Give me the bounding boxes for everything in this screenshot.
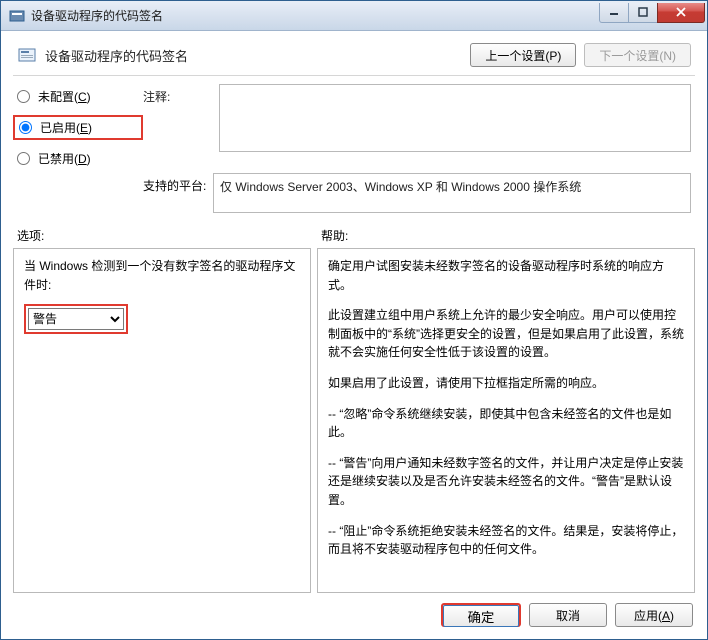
- platform-label: 支持的平台:: [143, 173, 213, 194]
- help-section-label: 帮助:: [321, 227, 348, 244]
- minimize-button[interactable]: [599, 3, 629, 23]
- radio-not-configured-input[interactable]: [17, 90, 30, 103]
- help-paragraph: -- “忽略”命令系统继续安装，即使其中包含未经签名的文件也是如此。: [328, 405, 684, 442]
- config-area: 未配置(C) 已启用(E) 已禁用(D) 注释: 支持的平台: 仅 Window…: [1, 76, 707, 217]
- options-panel: 当 Windows 检测到一个没有数字签名的驱动程序文件时: 警告: [13, 248, 311, 593]
- state-radio-group: 未配置(C) 已启用(E) 已禁用(D): [17, 84, 137, 167]
- app-icon: [9, 8, 25, 24]
- cancel-button[interactable]: 取消: [529, 603, 607, 627]
- close-button[interactable]: [657, 3, 705, 23]
- help-paragraph: -- “警告”向用户通知未经数字签名的文件，并让用户决定是停止安装还是继续安装以…: [328, 454, 684, 510]
- prev-setting-button[interactable]: 上一个设置(P): [470, 43, 576, 67]
- help-paragraph: 如果启用了此设置，请使用下拉框指定所需的响应。: [328, 374, 684, 393]
- options-prompt: 当 Windows 检测到一个没有数字签名的驱动程序文件时:: [24, 257, 300, 294]
- ok-button-highlight: 确定: [441, 603, 521, 627]
- dropdown-highlight: 警告: [24, 304, 128, 334]
- apply-button[interactable]: 应用(A): [615, 603, 693, 627]
- platform-value: 仅 Windows Server 2003、Windows XP 和 Windo…: [213, 173, 691, 213]
- radio-disabled-input[interactable]: [17, 152, 30, 165]
- window-controls: [600, 3, 705, 23]
- help-paragraph: -- “阻止”命令系统拒绝安装未经签名的文件。结果是，安装将停止，而且将不安装驱…: [328, 522, 684, 559]
- titlebar: 设备驱动程序的代码签名: [1, 1, 707, 31]
- footer: 确定 取消 应用(A): [1, 593, 707, 639]
- radio-disabled[interactable]: 已禁用(D): [17, 150, 137, 167]
- comment-input[interactable]: [219, 84, 691, 152]
- options-section-label: 选项:: [17, 227, 321, 244]
- comment-label: 注释:: [143, 84, 213, 105]
- radio-enabled[interactable]: 已启用(E): [19, 119, 137, 136]
- next-setting-button[interactable]: 下一个设置(N): [584, 43, 691, 67]
- ok-button[interactable]: 确定: [443, 605, 519, 627]
- page-title: 设备驱动程序的代码签名: [45, 46, 462, 65]
- enabled-highlight: 已启用(E): [13, 115, 143, 140]
- behavior-dropdown[interactable]: 警告: [28, 308, 124, 330]
- section-labels: 选项: 帮助:: [1, 217, 707, 248]
- radio-enabled-input[interactable]: [19, 121, 32, 134]
- policy-icon: [17, 45, 37, 65]
- radio-not-configured[interactable]: 未配置(C): [17, 88, 137, 105]
- help-panel[interactable]: 确定用户试图安装未经数字签名的设备驱动程序时系统的响应方式。 此设置建立组中用户…: [317, 248, 695, 593]
- header: 设备驱动程序的代码签名 上一个设置(P) 下一个设置(N): [1, 31, 707, 75]
- dialog-window: 设备驱动程序的代码签名 设备驱动程序的代码签名 上一个设置(P) 下一个设置(N…: [0, 0, 708, 640]
- help-paragraph: 此设置建立组中用户系统上允许的最少安全响应。用户可以使用控制面板中的“系统”选择…: [328, 306, 684, 362]
- help-paragraph: 确定用户试图安装未经数字签名的设备驱动程序时系统的响应方式。: [328, 257, 684, 294]
- maximize-button[interactable]: [628, 3, 658, 23]
- window-title: 设备驱动程序的代码签名: [31, 7, 163, 24]
- panels: 当 Windows 检测到一个没有数字签名的驱动程序文件时: 警告 确定用户试图…: [1, 248, 707, 593]
